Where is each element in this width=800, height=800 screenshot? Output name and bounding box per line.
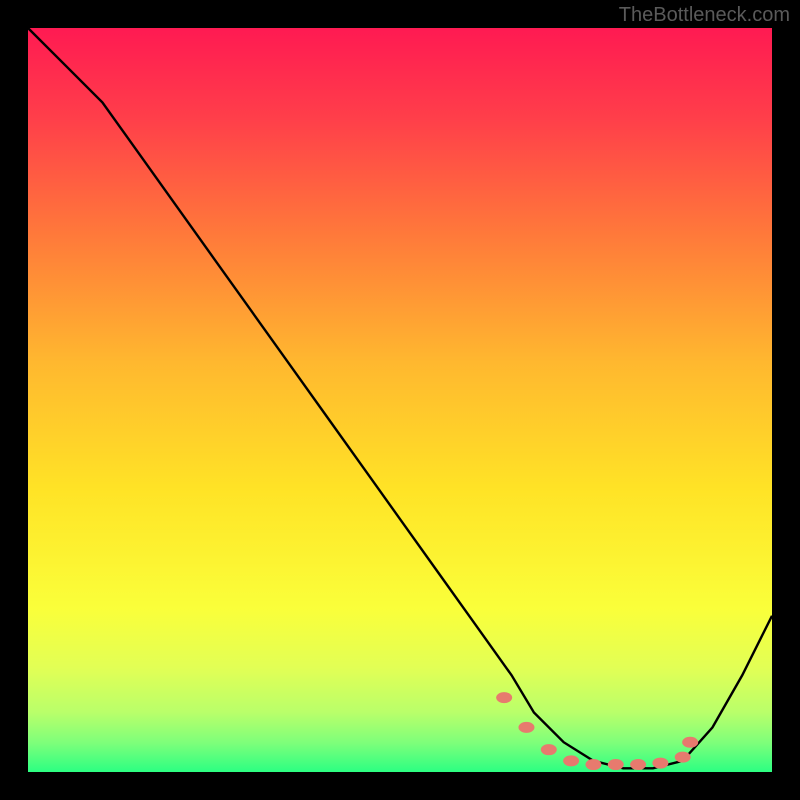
watermark-text: TheBottleneck.com [619,4,790,27]
marker-dot [608,759,624,770]
marker-dot [675,752,691,763]
gradient-background [28,28,772,772]
bottleneck-chart [28,28,772,772]
marker-dot [563,755,579,766]
marker-dot [541,744,557,755]
marker-dot [682,737,698,748]
marker-dot [585,759,601,770]
marker-dot [652,758,668,769]
marker-dot [518,722,534,733]
marker-dot [630,759,646,770]
chart-plot-area [28,28,772,772]
marker-dot [496,692,512,703]
